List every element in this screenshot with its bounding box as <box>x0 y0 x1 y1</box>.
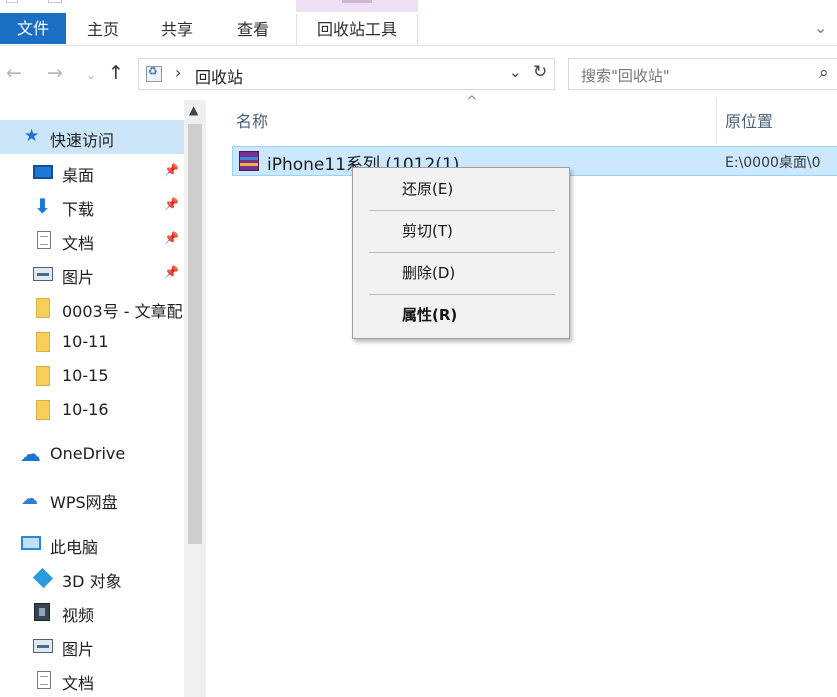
menu-item-properties[interactable]: 属性(R) <box>355 298 567 332</box>
wps-cloud-icon: ☁ <box>21 489 38 509</box>
sidebar-item-pictures[interactable]: 图片 <box>0 630 184 662</box>
folder-icon <box>36 400 50 420</box>
tab-file[interactable]: 文件 <box>0 13 66 44</box>
menu-separator <box>369 252 555 253</box>
sidebar-item-documents[interactable]: 文档 <box>0 664 184 696</box>
menu-item-restore[interactable]: 还原(E) <box>355 172 567 206</box>
tab-view[interactable]: 查看 <box>222 14 284 46</box>
sidebar-item-label: 桌面 <box>62 166 95 185</box>
desktop-icon <box>33 165 53 179</box>
sidebar-item-folder[interactable]: 10-15 <box>0 360 184 392</box>
sort-ascending-chevron-icon: ^ <box>466 94 478 110</box>
up-arrow-icon[interactable]: ↑ <box>108 62 124 84</box>
sidebar-item-onedrive[interactable]: ☁ OneDrive <box>0 438 184 470</box>
column-header-name[interactable]: 名称 <box>236 108 268 132</box>
scroll-up-chevron-icon[interactable]: ▲ <box>189 103 198 117</box>
qat-icon[interactable] <box>48 0 62 3</box>
sidebar-item-label: 此电脑 <box>50 538 99 557</box>
qat-icon[interactable] <box>6 0 18 3</box>
sidebar-item-desktop[interactable]: 桌面 📌 <box>0 156 184 188</box>
sidebar-item-quick-access[interactable]: ★ 快速访问 <box>0 120 184 154</box>
download-icon: ⬇ <box>34 194 51 218</box>
sidebar-item-label: 视频 <box>62 606 95 625</box>
sidebar-item-label: 文档 <box>62 674 95 693</box>
tab-home[interactable]: 主页 <box>72 14 134 46</box>
folder-icon <box>36 298 50 318</box>
column-divider[interactable] <box>716 98 717 144</box>
forward-arrow-icon[interactable]: → <box>47 62 63 84</box>
menu-separator <box>369 210 555 211</box>
folder-icon <box>36 332 50 352</box>
pictures-icon <box>33 639 53 653</box>
ribbon: 文件 主页 共享 查看 回收站工具 ⌄ <box>0 0 837 46</box>
sidebar-item-folder[interactable]: 10-11 <box>0 326 184 358</box>
sidebar-item-folder[interactable]: 0003号 - 文章配 <box>0 292 184 324</box>
breadcrumb-recycle-bin[interactable]: 回收站 <box>195 64 243 88</box>
star-icon: ★ <box>24 126 40 146</box>
address-bar[interactable]: › 回收站 ⌄ ↻ <box>138 58 555 90</box>
sidebar-item-videos[interactable]: 视频 <box>0 596 184 628</box>
pin-icon: 📌 <box>164 197 179 211</box>
pin-icon: 📌 <box>164 265 179 279</box>
3d-objects-icon <box>32 567 54 589</box>
menu-item-cut[interactable]: 剪切(T) <box>355 214 567 248</box>
column-header-original-location[interactable]: 原位置 <box>725 108 773 132</box>
search-box[interactable]: 搜索"回收站" ⌕ <box>568 58 837 90</box>
sidebar-item-documents[interactable]: 文档 📌 <box>0 224 184 256</box>
rar-archive-icon <box>239 151 259 171</box>
tab-recycle-bin-tools[interactable]: 回收站工具 <box>296 14 418 46</box>
sidebar-item-label: 图片 <box>62 268 95 287</box>
sidebar-item-label: 下载 <box>62 200 95 219</box>
back-arrow-icon[interactable]: ← <box>6 62 22 84</box>
sidebar-item-label: OneDrive <box>50 444 126 463</box>
sidebar-item-label: 快速访问 <box>50 131 115 150</box>
document-icon <box>37 231 51 249</box>
search-input[interactable]: 搜索"回收站" <box>581 65 670 86</box>
context-menu: 还原(E) 剪切(T) 删除(D) 属性(R) <box>352 167 570 339</box>
sidebar-item-label: WPS网盘 <box>50 493 118 512</box>
navigation-bar: ← → ⌄ ↑ › 回收站 ⌄ ↻ 搜索"回收站" ⌕ <box>0 58 837 92</box>
sidebar-item-downloads[interactable]: ⬇ 下载 📌 <box>0 190 184 222</box>
sidebar-item-pictures[interactable]: 图片 📌 <box>0 258 184 290</box>
recycle-bin-icon <box>146 65 162 82</box>
breadcrumb-chevron-icon[interactable]: › <box>175 63 181 82</box>
computer-icon <box>21 536 41 550</box>
recycle-bin-tools-header <box>296 0 418 12</box>
sidebar-item-folder[interactable]: 10-16 <box>0 394 184 426</box>
sidebar-item-label: 10-16 <box>62 400 109 419</box>
address-dropdown-icon[interactable]: ⌄ <box>509 63 522 81</box>
sidebar-item-this-pc[interactable]: 此电脑 <box>0 528 184 560</box>
sidebar-item-label: 3D 对象 <box>62 572 122 591</box>
file-original-location: E:\0000桌面\0 <box>725 155 821 171</box>
document-icon <box>37 671 51 689</box>
folder-icon <box>36 366 50 386</box>
refresh-icon[interactable]: ↻ <box>533 62 547 82</box>
navigation-pane: ★ 快速访问 桌面 📌 ⬇ 下载 📌 文档 📌 图片 📌 0003号 - 文章配 <box>0 100 206 697</box>
pin-icon: 📌 <box>164 163 179 177</box>
sidebar-scrollbar[interactable]: ▲ <box>184 100 206 697</box>
menu-item-delete[interactable]: 删除(D) <box>355 256 567 290</box>
expand-ribbon-chevron-icon[interactable]: ⌄ <box>814 18 827 37</box>
pictures-icon <box>33 267 53 281</box>
explorer-window: 文件 主页 共享 查看 回收站工具 ⌄ ← → ⌄ ↑ › 回收站 ⌄ ↻ 搜索… <box>0 0 837 697</box>
pin-icon: 📌 <box>164 231 179 245</box>
sidebar-item-label: 10-15 <box>62 366 109 385</box>
sidebar-item-wps[interactable]: ☁ WPS网盘 <box>0 483 184 515</box>
cloud-icon: ☁ <box>20 442 41 466</box>
sidebar-item-label: 0003号 - 文章配 <box>62 302 183 321</box>
search-icon[interactable]: ⌕ <box>819 63 829 83</box>
scrollbar-thumb[interactable] <box>188 124 202 544</box>
sidebar-item-label: 文档 <box>62 234 95 253</box>
sidebar-item-3d-objects[interactable]: 3D 对象 <box>0 562 184 594</box>
sidebar-item-label: 10-11 <box>62 332 109 351</box>
menu-separator <box>369 294 555 295</box>
recent-locations-chevron-icon[interactable]: ⌄ <box>86 68 96 82</box>
tab-share[interactable]: 共享 <box>146 14 208 46</box>
sidebar-item-label: 图片 <box>62 640 95 659</box>
video-icon <box>34 603 50 621</box>
